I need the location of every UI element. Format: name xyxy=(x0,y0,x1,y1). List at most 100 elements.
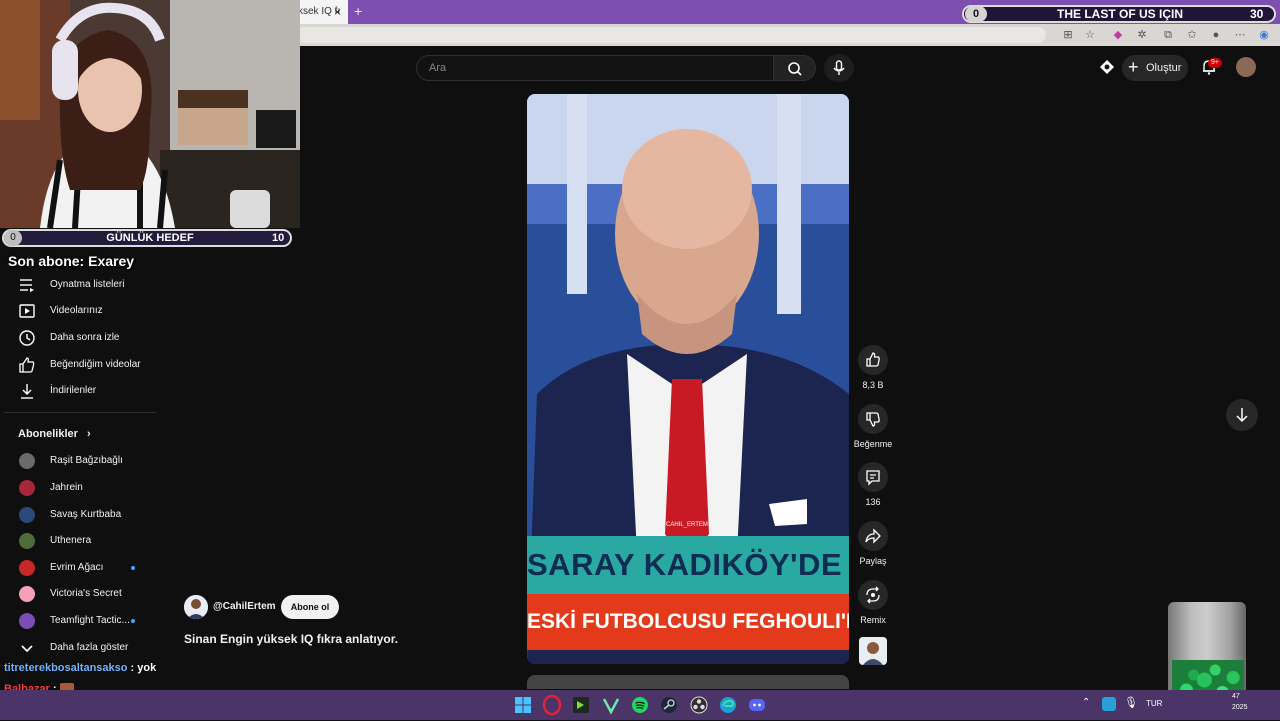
search-icon xyxy=(788,62,802,76)
apps-icon[interactable]: ⊞ xyxy=(1060,26,1076,44)
subscription-name: Savaş Kurtbaba xyxy=(50,509,122,520)
tray-app-icon[interactable] xyxy=(1102,697,1116,711)
download-icon xyxy=(21,384,33,399)
subscription-item[interactable]: Jahrein xyxy=(0,475,160,501)
vivaldi-icon[interactable] xyxy=(600,694,622,716)
tab-close-icon[interactable]: × xyxy=(334,0,346,24)
last-subscriber-text: Son abone: Exarey xyxy=(8,253,135,269)
sidebar-item-your-videos[interactable]: Videolarınız xyxy=(0,298,160,324)
subscription-name: Raşit Bağzıbağlı xyxy=(50,455,123,466)
search-input[interactable]: Ara xyxy=(416,55,774,81)
obs-icon[interactable] xyxy=(688,694,710,716)
clock-date[interactable]: 2025 xyxy=(1232,704,1256,714)
voice-search-button[interactable] xyxy=(824,54,854,82)
subscriptions-heading-label: Abonelikler xyxy=(18,428,78,440)
sidebar-item-watch-later[interactable]: Daha sonra izle xyxy=(0,325,160,351)
sidebar-item-label: Videolarınız xyxy=(50,305,103,316)
copilot-icon[interactable]: ◉ xyxy=(1256,26,1272,44)
channel-thumbnail[interactable] xyxy=(859,637,887,665)
subscription-name: Teamfight Tactic... xyxy=(50,615,130,626)
subscriptions-heading[interactable]: Abonelikler › xyxy=(18,426,118,442)
sidebar-item-downloads[interactable]: İndirilenler xyxy=(0,378,160,404)
windows-start-icon[interactable] xyxy=(512,694,534,716)
tray-microphone-icon[interactable]: 🎙 xyxy=(1124,696,1138,712)
goal-top-start-value: 0 xyxy=(965,6,987,22)
more-icon[interactable]: ⋯ xyxy=(1232,26,1248,44)
discord-icon[interactable] xyxy=(746,694,768,716)
video-watermark: CAHIL_ERTEM xyxy=(666,522,708,528)
thumb-up-icon xyxy=(866,352,880,367)
sidebar-item-label: Oynatma listeleri xyxy=(50,279,125,290)
sidebar-divider xyxy=(4,412,156,413)
next-short-preview[interactable] xyxy=(527,675,849,689)
channel-avatar xyxy=(19,533,35,549)
search-button[interactable] xyxy=(774,55,816,81)
comments-button[interactable] xyxy=(858,462,888,492)
edge-icon[interactable] xyxy=(717,694,739,716)
share-label: Paylaş xyxy=(859,556,887,566)
subscription-item[interactable]: Evrim Ağacı xyxy=(0,555,160,581)
microphone-icon xyxy=(833,60,845,75)
avatar[interactable] xyxy=(1236,57,1256,77)
video-icon xyxy=(19,304,35,318)
profile-icon[interactable]: ● xyxy=(1208,26,1224,44)
remix-button[interactable] xyxy=(858,580,888,610)
goal-top-label: THE LAST OF US IÇIN xyxy=(1057,7,1183,21)
extensions-icon[interactable]: ✲ xyxy=(1134,26,1150,44)
sidebar-item-liked-videos[interactable]: Beğendiğim videolar xyxy=(0,352,160,378)
subscription-item[interactable]: Raşit Bağzıbağlı xyxy=(0,448,160,474)
show-more-button[interactable]: Daha fazla göster xyxy=(0,635,160,661)
spotify-icon[interactable] xyxy=(629,694,651,716)
banner-top-text: SARAY KADIKÖY'DE xyxy=(527,547,843,582)
opera-icon[interactable] xyxy=(541,694,563,716)
webcam-overlay xyxy=(0,0,300,228)
share-button[interactable] xyxy=(858,521,888,551)
next-video-button[interactable] xyxy=(1226,399,1258,431)
clock-time[interactable]: 47 xyxy=(1232,693,1256,703)
notification-badge: 9+ xyxy=(1208,58,1222,68)
goal-daily-target-value: 10 xyxy=(272,232,285,244)
dislike-label: Beğenme xyxy=(853,439,893,449)
new-tab-button[interactable]: + xyxy=(354,0,368,24)
arrow-down-icon xyxy=(1236,408,1248,423)
thumb-up-icon xyxy=(19,357,35,373)
channel-avatar xyxy=(19,586,35,602)
comment-icon xyxy=(866,470,880,486)
language-indicator[interactable]: TUR xyxy=(1146,697,1168,711)
subscription-item[interactable]: Victoria's Secret xyxy=(0,581,160,607)
subscription-item[interactable]: Savaş Kurtbaba xyxy=(0,502,160,528)
channel-avatar xyxy=(19,507,35,523)
cast-icon[interactable] xyxy=(1098,58,1116,76)
goal-daily-start-value: 0 xyxy=(4,230,22,246)
subscription-item[interactable]: Uthenera xyxy=(0,528,160,554)
subscription-name: Jahrein xyxy=(50,482,83,493)
chevron-right-icon: › xyxy=(86,428,91,440)
split-screen-icon[interactable]: ⧉ xyxy=(1160,26,1176,44)
terminal-app-icon[interactable] xyxy=(570,694,592,716)
subscribe-button[interactable]: Abone ol xyxy=(281,595,339,619)
remix-label: Remix xyxy=(860,615,886,625)
chat-text: yok xyxy=(137,662,157,674)
new-content-dot xyxy=(131,566,135,570)
tray-chevron-up-icon[interactable]: ⌃ xyxy=(1082,697,1094,711)
extension-icon[interactable]: ◆ xyxy=(1110,26,1126,44)
chevron-down-icon xyxy=(21,645,33,653)
goal-top-target-value: 30 xyxy=(1250,7,1264,21)
favorites-icon[interactable]: ✩ xyxy=(1184,26,1200,44)
sidebar-item-playlists[interactable]: Oynatma listeleri xyxy=(0,272,160,298)
clock-icon xyxy=(19,330,35,346)
sidebar-item-label: Daha sonra izle xyxy=(50,332,120,343)
share-icon xyxy=(865,528,881,544)
subscription-name: Evrim Ağacı xyxy=(50,562,104,573)
steam-icon[interactable] xyxy=(658,694,680,716)
like-count: 8,3 B xyxy=(862,380,884,390)
address-bar[interactable] xyxy=(296,27,1046,43)
subscription-item[interactable]: Teamfight Tactic... xyxy=(0,608,160,634)
star-icon[interactable]: ☆ xyxy=(1082,26,1098,44)
dislike-button[interactable] xyxy=(858,404,888,434)
banner-bottom-text: ESKİ FUTBOLCUSU FEGHOULI'Dİ xyxy=(527,610,849,633)
video-title: Sinan Engin yüksek IQ fıkra anlatıyor. xyxy=(184,632,399,646)
channel-avatar[interactable] xyxy=(184,595,208,619)
channel-handle[interactable]: @CahilErtem xyxy=(213,599,283,615)
like-button[interactable] xyxy=(858,345,888,375)
